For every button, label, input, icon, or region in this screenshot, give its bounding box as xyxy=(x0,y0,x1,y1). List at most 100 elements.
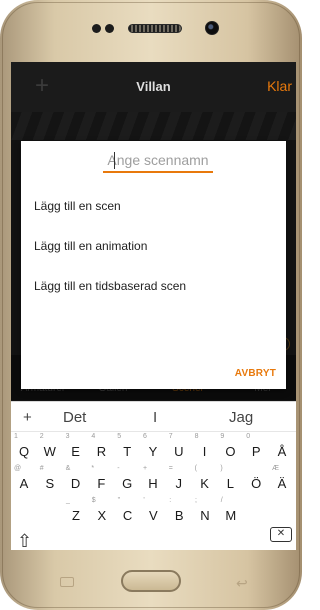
key[interactable]: + H xyxy=(141,465,165,495)
key-hint: 7 xyxy=(168,433,173,440)
key-label: C xyxy=(122,508,133,523)
key-label: U xyxy=(174,444,184,459)
key-label: L xyxy=(226,476,234,491)
key[interactable]: 4R xyxy=(89,433,113,463)
recent-apps-icon[interactable] xyxy=(60,577,74,587)
key-label: I xyxy=(202,444,207,459)
key-label: H xyxy=(148,476,158,491)
key-label: E xyxy=(71,444,80,459)
key[interactable]: 3E xyxy=(64,433,88,463)
key-hint: 5 xyxy=(117,433,122,440)
key-label: W xyxy=(43,444,56,459)
add-scene-dialog: Lägg till en scen Lägg till en animation… xyxy=(21,141,286,389)
key[interactable]: $ X xyxy=(90,497,114,527)
front-camera xyxy=(205,21,219,35)
key-hint: $ xyxy=(91,497,96,504)
scene-thumbnails-strip xyxy=(11,112,296,140)
soft-keyboard: + Det I Jag 1Q2W3E4R5T6Y7U8I9O0PÅ @ A # S & D… xyxy=(11,401,296,552)
key-label: M xyxy=(225,508,237,523)
option-add-animation[interactable]: Lägg till en animation xyxy=(34,239,147,253)
key-label: Y xyxy=(148,444,158,459)
home-button[interactable] xyxy=(121,570,181,592)
phone-frame: + Villan Klar ▼ Armaturer ▣ Galleri ▶ Sc… xyxy=(0,0,302,610)
key-label: V xyxy=(149,508,158,523)
key-label: A xyxy=(19,476,29,491)
option-add-timed-scene[interactable]: Lägg till en tidsbaserad scen xyxy=(34,279,186,293)
key[interactable]: 1Q xyxy=(12,433,36,463)
key[interactable]: ÆÄ xyxy=(270,465,294,495)
key[interactable]: ) L xyxy=(218,465,242,495)
key-hint: 6 xyxy=(143,433,147,440)
key[interactable]: Ö xyxy=(244,465,268,495)
suggestion-item[interactable]: Det xyxy=(63,409,86,426)
key[interactable]: & D xyxy=(64,465,88,495)
key[interactable]: :B xyxy=(167,497,191,527)
text-caret xyxy=(114,152,115,169)
sensor-dots xyxy=(92,24,114,33)
key-label: G xyxy=(122,476,133,491)
backspace-icon[interactable]: ✕ xyxy=(270,527,292,542)
key[interactable]: Å xyxy=(270,433,294,463)
key-label: Ö xyxy=(251,476,262,491)
option-add-scene[interactable]: Lägg till en scen xyxy=(34,199,121,213)
key-hint: 4 xyxy=(91,433,96,440)
key[interactable]: 8I xyxy=(193,433,217,463)
key[interactable]: " C xyxy=(116,497,140,527)
key[interactable]: ; N xyxy=(193,497,217,527)
key-hint: 9 xyxy=(220,433,225,440)
key-hint: Æ xyxy=(272,465,279,472)
key[interactable]: @ A xyxy=(12,465,36,495)
suggestion-add[interactable]: + xyxy=(23,409,32,426)
key-hint: ; xyxy=(195,497,197,504)
key[interactable]: 5T xyxy=(115,433,139,463)
key[interactable]: # S xyxy=(38,465,62,495)
key-hint: 8 xyxy=(194,433,199,440)
key[interactable]: / M xyxy=(219,497,243,527)
cancel-button[interactable]: AVBRYT xyxy=(235,368,276,379)
key[interactable]: 2W xyxy=(38,433,62,463)
key-label: J xyxy=(175,476,183,491)
key-hint: ' xyxy=(143,497,145,504)
key[interactable]: 9O xyxy=(218,433,242,463)
page-title: Villan xyxy=(136,79,171,94)
key[interactable]: 6Y xyxy=(141,433,165,463)
key-row-2: @ A # S & D * F - G + H = J(K) L Ö Æ Ä xyxy=(11,465,296,495)
key-hint: # xyxy=(39,465,44,472)
key-hint: 3 xyxy=(65,433,70,440)
key-label: X xyxy=(97,508,107,523)
scene-name-input[interactable] xyxy=(103,149,213,173)
key[interactable]: = J xyxy=(167,465,191,495)
key[interactable]: 7U xyxy=(167,433,191,463)
key[interactable]: _ Z xyxy=(64,497,88,527)
key-label: S xyxy=(45,476,55,491)
key-label: K xyxy=(200,476,209,491)
key[interactable]: 0P xyxy=(244,433,268,463)
key-hint: = xyxy=(168,465,173,472)
key[interactable]: -G xyxy=(115,465,139,495)
back-icon[interactable]: ↩ xyxy=(236,575,248,592)
key-label: B xyxy=(174,508,184,523)
key-label: N xyxy=(200,508,210,523)
key-row-3: _ Z $ X " C ' V: B; N / M xyxy=(11,497,296,527)
shift-icon[interactable]: ⇧ xyxy=(17,531,32,552)
key-hint: ( xyxy=(194,465,197,472)
key-label: Z xyxy=(72,508,80,523)
key[interactable]: * F xyxy=(89,465,113,495)
key[interactable]: ' V xyxy=(141,497,165,527)
key-hint: ) xyxy=(220,465,223,472)
key-label: Ä xyxy=(277,476,287,491)
key[interactable]: (K xyxy=(193,465,217,495)
done-button[interactable]: Klar xyxy=(267,78,292,94)
key-hint: 2 xyxy=(39,433,44,440)
sensor-dot xyxy=(92,24,101,33)
key-label: R xyxy=(96,444,107,459)
key-hint: @ xyxy=(14,465,22,472)
suggestion-bar: + Det I Jag xyxy=(11,402,296,432)
suggestion-item[interactable]: I xyxy=(153,409,157,426)
key-hint: 0 xyxy=(246,433,251,440)
key-label: T xyxy=(123,444,132,459)
key-label: P xyxy=(251,444,261,459)
suggestion-item[interactable]: Jag xyxy=(229,409,253,426)
key-label: Q xyxy=(18,444,30,459)
key-label: F xyxy=(97,476,106,491)
